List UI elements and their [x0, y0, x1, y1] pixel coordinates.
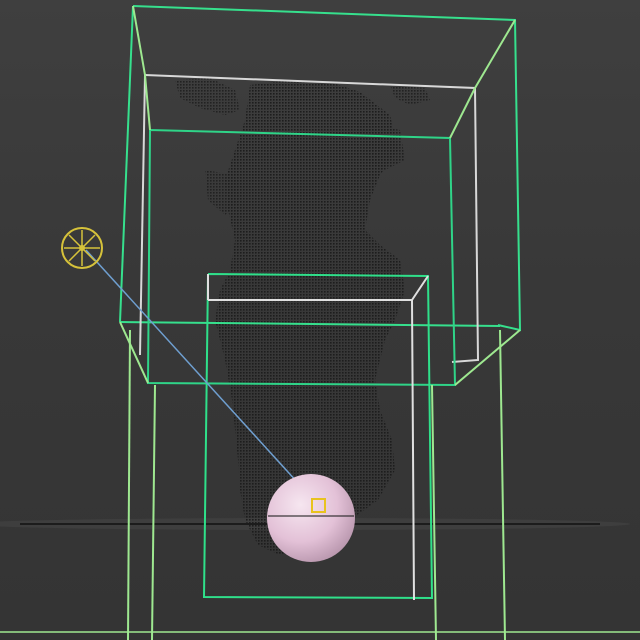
3d-perspective-viewport[interactable] [0, 0, 640, 640]
omni-light-icon[interactable] [61, 227, 103, 269]
scene-canvas[interactable] [0, 0, 640, 640]
sphere-object[interactable] [267, 474, 355, 562]
